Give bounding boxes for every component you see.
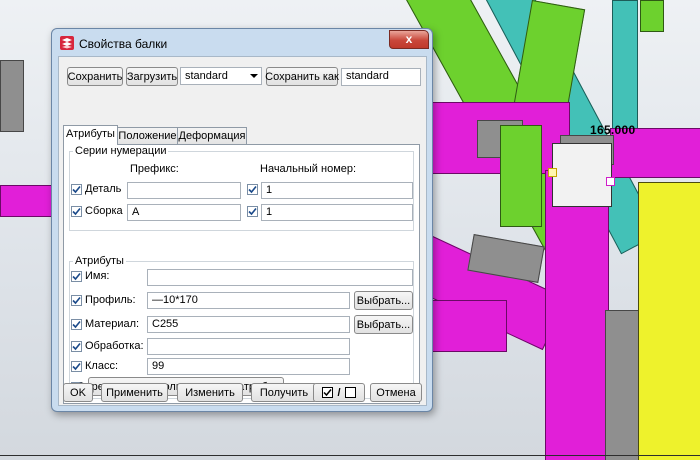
assembly-checkbox[interactable] [71, 206, 82, 217]
magenta-lower-shape [425, 300, 507, 352]
material-checkbox[interactable] [71, 319, 82, 330]
selection-handle-left[interactable] [548, 168, 557, 177]
save-button[interactable]: Сохранить [67, 67, 123, 86]
checkmark-icon [72, 320, 81, 329]
assembly-prefix-input[interactable]: A [127, 204, 241, 221]
checkmark-icon [248, 207, 257, 216]
tab-deformation[interactable]: Деформация [177, 127, 247, 145]
profile-label: Профиль: [85, 294, 136, 306]
finish-label: Обработка: [85, 340, 144, 352]
class-checkbox[interactable] [71, 361, 82, 372]
gray-wall-shape [605, 310, 642, 460]
ok-button[interactable]: OK [63, 383, 93, 402]
preset-select-value: standard [185, 70, 228, 82]
close-button[interactable]: x [389, 30, 429, 49]
class-input[interactable]: 99 [147, 358, 350, 375]
profile-input[interactable]: —10*170 [147, 292, 350, 309]
toggle-all-button[interactable]: / [313, 383, 365, 402]
apply-button[interactable]: Применить [101, 383, 168, 402]
magenta-column-shape [545, 170, 609, 460]
tab-position[interactable]: Положение [117, 127, 178, 145]
finish-input[interactable] [147, 338, 350, 355]
checkmark-icon [72, 185, 81, 194]
profile-checkbox[interactable] [71, 295, 82, 306]
part-checkbox[interactable] [71, 184, 82, 195]
attributes-tab-panel: Серии нумерации Префикс: Начальный номер… [63, 144, 420, 404]
toggle-separator: / [337, 386, 341, 399]
name-input[interactable] [147, 269, 413, 286]
modify-button[interactable]: Изменить [177, 383, 243, 402]
selected-plate-shape[interactable] [552, 143, 612, 207]
close-icon: x [405, 32, 413, 46]
part-start-checkbox[interactable] [247, 184, 258, 195]
get-button[interactable]: Получить [251, 383, 317, 402]
material-input[interactable]: C255 [147, 316, 350, 333]
attributes-group-title: Атрибуты [73, 255, 126, 267]
name-label: Имя: [85, 270, 110, 282]
dimension-label: 165.000 [590, 123, 636, 137]
checkmark-icon [72, 362, 81, 371]
part-prefix-input[interactable] [127, 182, 241, 199]
finish-checkbox[interactable] [71, 341, 82, 352]
beam-properties-dialog: Свойства балки x Сохранить Загрузить sta… [51, 28, 433, 412]
name-checkbox[interactable] [71, 271, 82, 282]
save-as-button[interactable]: Сохранить как [265, 67, 339, 86]
class-label: Класс: [85, 360, 118, 372]
gray-column-left-shape [0, 60, 24, 132]
prefix-header: Префикс: [130, 163, 179, 175]
part-label: Деталь [85, 183, 122, 195]
assembly-start-checkbox[interactable] [247, 206, 258, 217]
teal-column-shape [612, 0, 638, 142]
part-start-number-input[interactable]: 1 [261, 182, 413, 199]
checkmark-icon [72, 272, 81, 281]
selection-handle-right[interactable] [606, 177, 615, 186]
checkmark-icon [248, 185, 257, 194]
dialog-client-area: Сохранить Загрузить standard Сохранить к… [58, 56, 427, 406]
dialog-title: Свойства балки [79, 37, 168, 51]
preset-select[interactable]: standard [180, 67, 262, 85]
checkmark-icon [72, 207, 81, 216]
yellow-block-shape [638, 182, 700, 460]
checked-box-icon [322, 387, 334, 398]
save-as-input[interactable]: standard [341, 68, 421, 86]
cancel-button[interactable]: Отмена [370, 383, 422, 402]
assembly-start-number-input[interactable]: 1 [261, 204, 413, 221]
checkmark-icon [72, 342, 81, 351]
unchecked-box-icon [344, 387, 356, 398]
start-number-header: Начальный номер: [260, 163, 357, 175]
material-label: Материал: [85, 318, 140, 330]
assembly-label: Сборка [85, 205, 123, 217]
material-select-button[interactable]: Выбрать... [354, 315, 413, 334]
title-bar[interactable]: Свойства балки x [52, 29, 432, 57]
app-logo-icon [60, 36, 74, 50]
profile-select-button[interactable]: Выбрать... [354, 291, 413, 310]
load-button[interactable]: Загрузить [126, 67, 178, 86]
green-column-far-shape [640, 0, 664, 32]
numbering-group-title: Серии нумерации [73, 145, 169, 157]
checkmark-icon [72, 296, 81, 305]
tab-attributes[interactable]: Атрибуты [63, 125, 118, 145]
edge-line [0, 455, 700, 456]
green-brace-lower-shape [500, 125, 542, 227]
chevron-down-icon[interactable] [250, 74, 258, 78]
